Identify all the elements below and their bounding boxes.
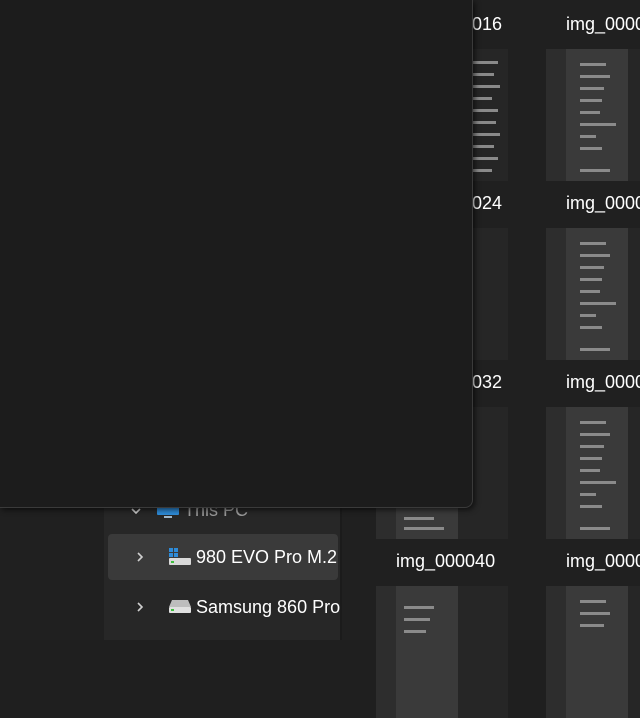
overlay-panel[interactable]: [0, 0, 473, 508]
file-name-label[interactable]: 032: [472, 372, 502, 393]
file-name-label[interactable]: img_0000: [566, 372, 640, 393]
nav-item-drive-980-evo[interactable]: 980 EVO Pro M.2: [108, 534, 338, 580]
file-name-label[interactable]: 016: [472, 14, 502, 35]
hdd-drive-icon: [169, 600, 191, 613]
file-name-label[interactable]: img_0000: [566, 551, 640, 572]
nav-item-label: 980 EVO Pro M.2: [196, 546, 338, 567]
chevron-right-icon[interactable]: [134, 601, 146, 613]
file-thumbnail[interactable]: [546, 407, 640, 539]
chevron-right-icon[interactable]: [134, 551, 146, 563]
file-name-label[interactable]: img_0000: [566, 14, 640, 35]
nav-item-label: Samsung 860 Pro: [196, 596, 341, 617]
file-thumbnail[interactable]: [546, 49, 640, 181]
ssd-drive-icon: [169, 548, 191, 565]
file-thumbnail[interactable]: [546, 228, 640, 360]
file-thumbnail[interactable]: [376, 586, 508, 718]
file-name-label[interactable]: 024: [472, 193, 502, 214]
file-name-label[interactable]: img_0000: [566, 193, 640, 214]
file-thumbnail[interactable]: [546, 586, 640, 718]
nav-item-drive-samsung-860[interactable]: Samsung 860 Pro: [104, 584, 340, 630]
file-name-label[interactable]: img_000040: [396, 551, 495, 572]
